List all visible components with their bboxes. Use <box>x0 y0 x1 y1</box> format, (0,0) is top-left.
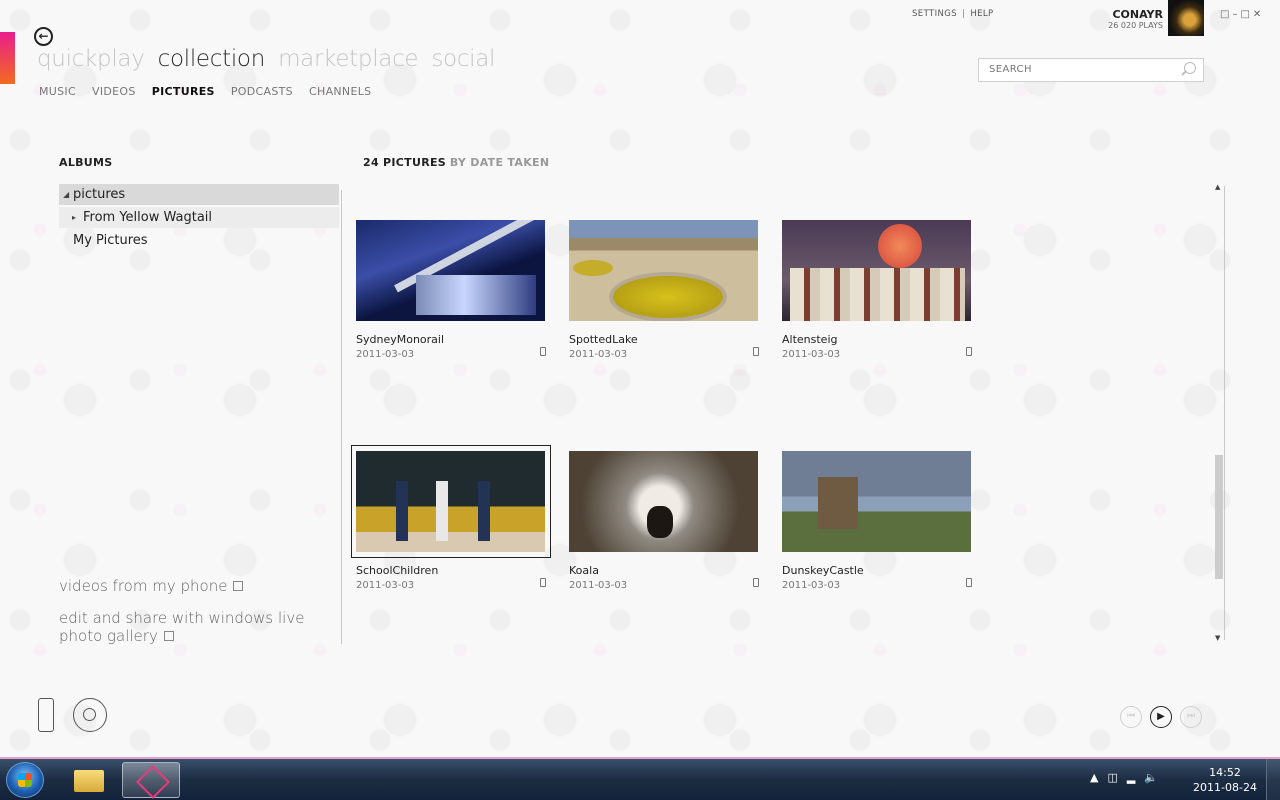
sidebar-divider <box>341 190 342 644</box>
search-input[interactable]: SEARCH <box>978 58 1204 82</box>
picture-date: 2011-03-03 <box>782 349 841 360</box>
picture-title: SchoolChildren <box>356 564 439 577</box>
taskbar-explorer-button[interactable] <box>60 762 118 798</box>
grid-header: 24 PICTURES BY DATE TAKEN <box>363 156 549 169</box>
phone-sync-icon[interactable] <box>966 347 972 356</box>
top-links: SETTINGS | HELP <box>912 9 994 19</box>
accent-bar <box>0 32 15 84</box>
clock-time: 14:52 <box>1209 766 1241 779</box>
album-tree-item-my-pictures[interactable]: My Pictures <box>59 230 339 251</box>
tray-expand-icon[interactable]: ▲ <box>1090 771 1107 784</box>
maximize-icon[interactable]: □ <box>1240 9 1252 20</box>
scrollbar-thumb[interactable] <box>1215 455 1223 579</box>
phone-device-icon[interactable] <box>38 698 54 732</box>
picture-count: 24 PICTURES <box>363 156 447 169</box>
picture-tile[interactable]: SpottedLake 2011-03-03 <box>569 220 759 360</box>
picture-title: DunskeyCastle <box>782 564 864 577</box>
next-track-button[interactable]: ⏭ <box>1180 706 1202 728</box>
back-arrow-icon[interactable]: ← <box>34 27 53 46</box>
scroll-up-icon[interactable]: ▲ <box>1215 183 1220 191</box>
picture-thumbnail[interactable] <box>782 220 971 321</box>
close-icon[interactable]: ✕ <box>1253 9 1264 20</box>
search-icon[interactable] <box>1184 62 1196 74</box>
pivot-collection[interactable]: collection <box>158 46 266 72</box>
picture-tile-selected[interactable]: SchoolChildren 2011-03-03 <box>356 451 546 591</box>
windows-taskbar <box>0 759 1280 800</box>
album-tree-label: From Yellow Wagtail <box>83 210 213 225</box>
picture-date: 2011-03-03 <box>782 580 841 591</box>
pivot-quickplay[interactable]: quickplay <box>37 46 145 72</box>
pivot-social[interactable]: social <box>431 46 495 72</box>
picture-thumbnail[interactable] <box>569 451 758 552</box>
tray-device-icon[interactable]: ◫ <box>1107 771 1126 784</box>
subnav-videos[interactable]: VIDEOS <box>92 85 136 98</box>
picture-date: 2011-03-03 <box>356 349 415 360</box>
subnav: MUSIC VIDEOS PICTURES PODCASTS CHANNELS <box>39 80 382 99</box>
play-button[interactable]: ▶ <box>1150 706 1172 728</box>
album-tree-item-pictures[interactable]: ◢ pictures <box>59 184 339 205</box>
clock-date: 2011-08-24 <box>1193 781 1257 794</box>
subnav-music[interactable]: MUSIC <box>39 85 76 98</box>
user-name[interactable]: CONAYR <box>1112 8 1163 21</box>
compact-mode-icon[interactable]: □ <box>1220 9 1232 20</box>
subnav-pictures[interactable]: PICTURES <box>152 85 215 98</box>
scroll-down-icon[interactable]: ▼ <box>1215 634 1220 642</box>
picture-tile[interactable]: DunskeyCastle 2011-03-03 <box>782 451 972 591</box>
videos-from-phone-label: videos from my phone <box>59 577 228 595</box>
start-button[interactable] <box>6 762 44 798</box>
album-tree-item-yellow-wagtail[interactable]: ▸ From Yellow Wagtail <box>59 207 339 228</box>
avatar[interactable] <box>1168 0 1204 36</box>
previous-track-button[interactable]: ⏮ <box>1120 706 1142 728</box>
phone-sync-icon[interactable] <box>540 578 546 587</box>
picture-title: SpottedLake <box>569 333 638 346</box>
user-plays: 26 020 PLAYS <box>1108 21 1163 30</box>
picture-title: Altensteig <box>782 333 838 346</box>
expanded-triangle-icon[interactable]: ◢ <box>63 184 69 205</box>
picture-thumbnail[interactable] <box>356 220 545 321</box>
picture-date: 2011-03-03 <box>356 580 415 591</box>
window-controls: □–□✕ <box>1220 9 1264 20</box>
subnav-channels[interactable]: CHANNELS <box>309 85 371 98</box>
picture-thumbnail[interactable] <box>356 451 545 552</box>
picture-tile[interactable]: Altensteig 2011-03-03 <box>782 220 972 360</box>
album-tree-label: My Pictures <box>73 233 148 248</box>
volume-icon[interactable]: 🔈 <box>1144 771 1167 784</box>
taskbar-clock[interactable]: 14:52 2011-08-24 <box>1192 765 1258 795</box>
picture-thumbnail[interactable] <box>782 451 971 552</box>
picture-title: Koala <box>569 564 599 577</box>
external-link-icon <box>233 581 244 591</box>
picture-tile[interactable]: Koala 2011-03-03 <box>569 451 759 591</box>
show-desktop-button[interactable] <box>1266 759 1280 800</box>
photo-gallery-label: edit and share with windows live photo g… <box>59 609 305 645</box>
sort-order-link[interactable]: BY DATE TAKEN <box>450 156 550 169</box>
subnav-podcasts[interactable]: PODCASTS <box>231 85 293 98</box>
albums-title: ALBUMS <box>59 156 113 169</box>
system-tray: ▲◫▂🔈 <box>1090 771 1167 784</box>
collapsed-triangle-icon[interactable]: ▸ <box>72 207 76 228</box>
picture-title: SydneyMonorail <box>356 333 445 346</box>
settings-link[interactable]: SETTINGS <box>912 9 957 19</box>
phone-sync-icon[interactable] <box>540 347 546 356</box>
signal-strength-icon[interactable]: ▂ <box>1127 771 1144 784</box>
photo-gallery-link[interactable]: edit and share with windows live photo g… <box>59 609 319 645</box>
phone-sync-icon[interactable] <box>753 578 759 587</box>
pivot-nav: quickplay collection marketplace social <box>37 46 503 72</box>
picture-date: 2011-03-03 <box>569 580 628 591</box>
picture-thumbnail[interactable] <box>569 220 758 321</box>
scrollbar-track[interactable] <box>1224 186 1225 640</box>
taskbar-zune-button[interactable] <box>122 762 180 798</box>
disc-burn-icon[interactable] <box>73 698 107 732</box>
external-link-icon <box>163 631 174 641</box>
pivot-marketplace[interactable]: marketplace <box>278 46 419 72</box>
picture-date: 2011-03-03 <box>569 349 628 360</box>
phone-sync-icon[interactable] <box>966 578 972 587</box>
videos-from-phone-link[interactable]: videos from my phone <box>59 577 244 595</box>
help-link[interactable]: HELP <box>970 9 993 19</box>
link-separator: | <box>962 9 966 19</box>
picture-tile[interactable]: SydneyMonorail 2011-03-03 <box>356 220 546 360</box>
phone-sync-icon[interactable] <box>753 347 759 356</box>
album-tree-label: pictures <box>73 187 126 202</box>
